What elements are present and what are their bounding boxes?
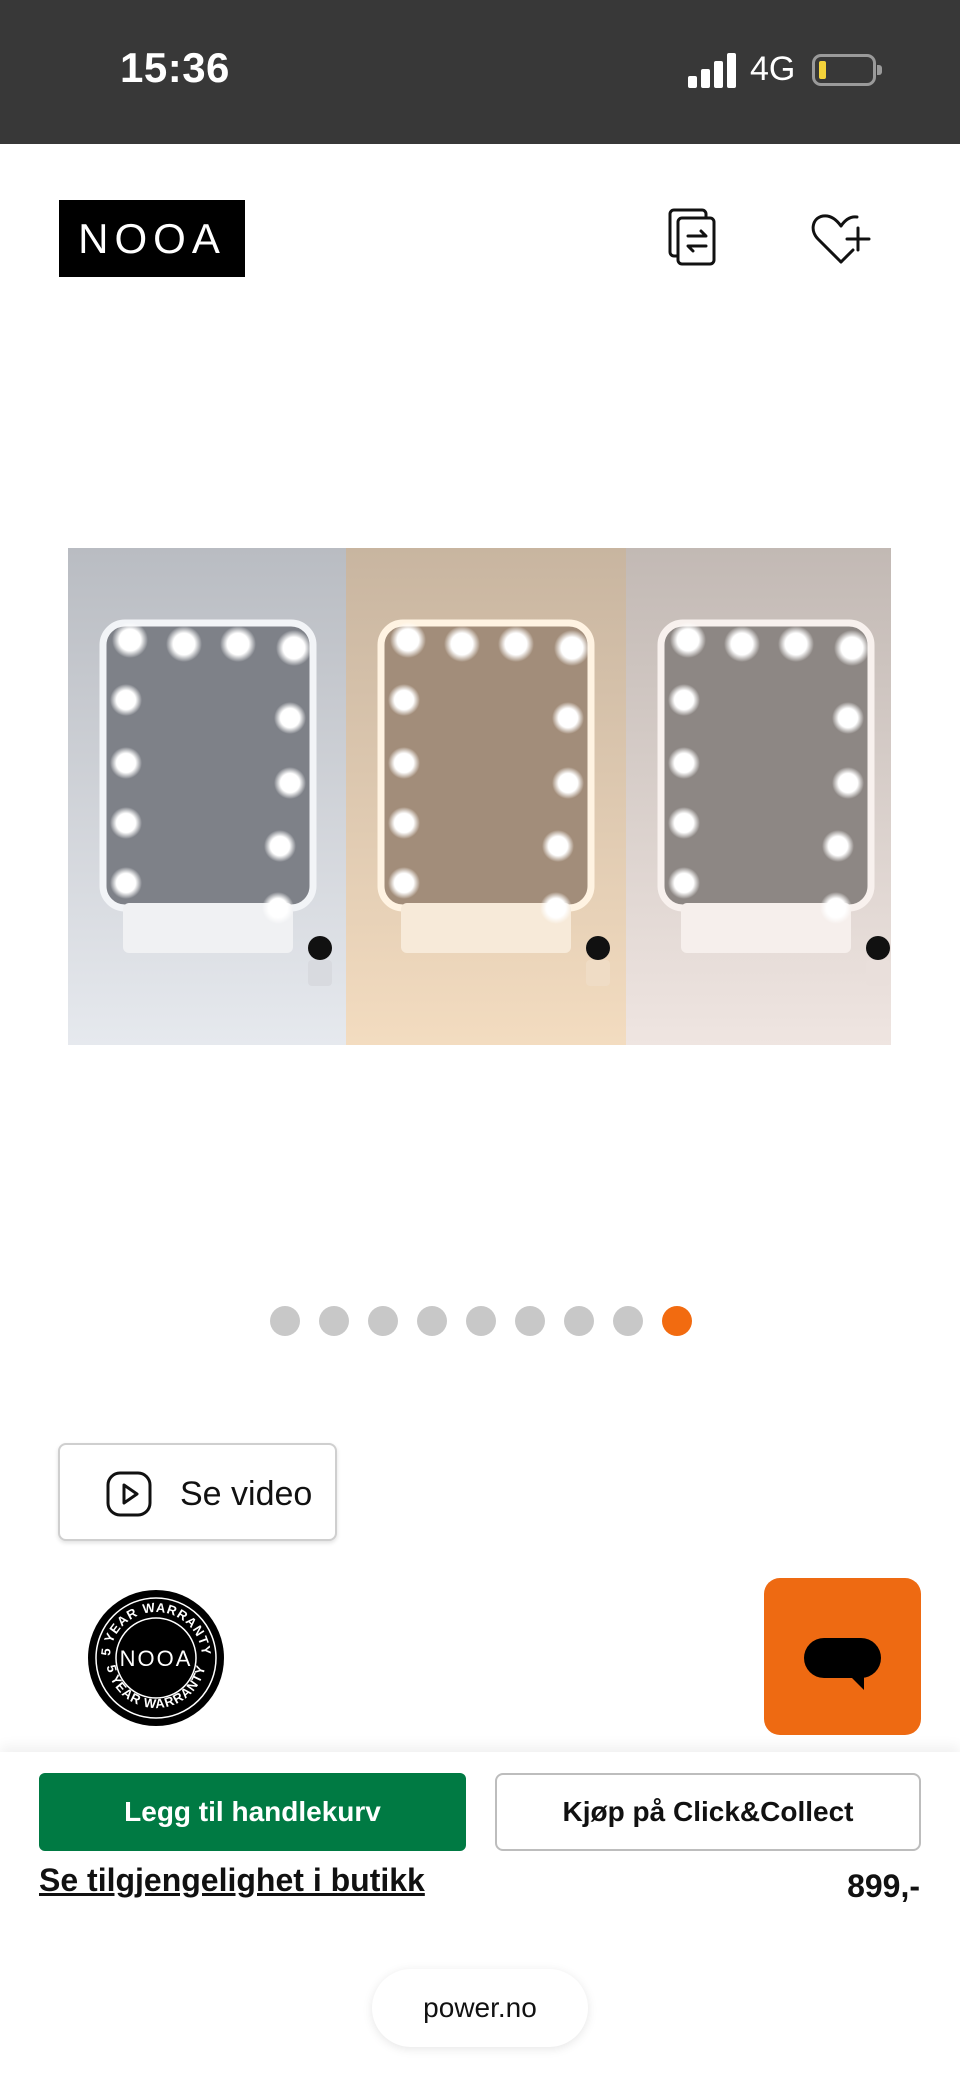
carousel-dot[interactable] bbox=[417, 1306, 447, 1336]
chat-icon bbox=[804, 1638, 881, 1690]
click-collect-button[interactable]: Kjøp på Click&Collect bbox=[495, 1773, 921, 1851]
carousel-dot[interactable] bbox=[466, 1306, 496, 1336]
signal-icon bbox=[688, 52, 738, 88]
carousel-dot[interactable] bbox=[368, 1306, 398, 1336]
battery-icon bbox=[812, 54, 882, 86]
product-price: 899,- bbox=[847, 1868, 920, 1904]
carousel-dot[interactable] bbox=[515, 1306, 545, 1336]
carousel-dot[interactable] bbox=[319, 1306, 349, 1336]
add-to-cart-button[interactable]: Legg til handlekurv bbox=[39, 1773, 466, 1851]
browser-url[interactable]: power.no bbox=[372, 1969, 588, 2047]
see-video-button[interactable]: Se video bbox=[58, 1443, 337, 1541]
status-time: 15:36 bbox=[120, 44, 230, 91]
chat-button[interactable] bbox=[764, 1578, 921, 1735]
play-icon bbox=[106, 1471, 152, 1517]
svg-text:NOOA: NOOA bbox=[120, 1646, 193, 1671]
status-bar: 15:36 4G bbox=[0, 0, 960, 144]
carousel-dot[interactable] bbox=[270, 1306, 300, 1336]
network-label: 4G bbox=[750, 50, 796, 88]
wishlist-add-icon[interactable] bbox=[808, 206, 874, 272]
carousel-dot[interactable] bbox=[564, 1306, 594, 1336]
warranty-badge: 5 YEAR WARRANTY 5 YEAR WARRANTY NOOA bbox=[86, 1588, 226, 1728]
see-video-label: Se video bbox=[180, 1475, 313, 1513]
product-image[interactable] bbox=[68, 548, 891, 1045]
brand-logo[interactable]: NOOA bbox=[59, 200, 245, 277]
store-availability-link[interactable]: Se tilgjengelighet i butikk bbox=[39, 1862, 425, 1899]
carousel-dot-active[interactable] bbox=[662, 1306, 692, 1336]
compare-icon[interactable] bbox=[664, 206, 730, 272]
carousel-dot[interactable] bbox=[613, 1306, 643, 1336]
